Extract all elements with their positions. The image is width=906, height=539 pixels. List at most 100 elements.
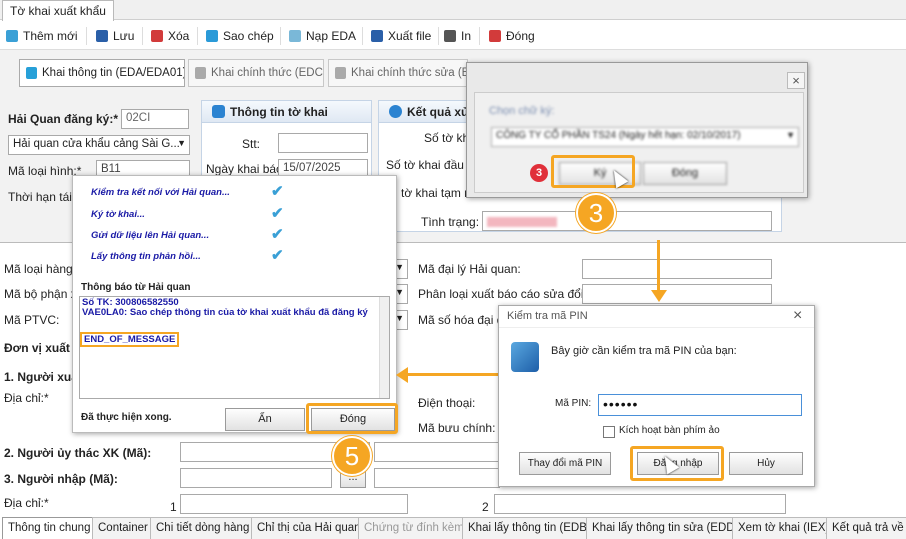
bottom-tab-items[interactable]: Chi tiết dòng hàng [150, 517, 256, 539]
certificate-value: CÔNG TY CỔ PHẦN TS24 (Ngày hết hạn: 02/1… [496, 130, 741, 141]
toolbar-separator [479, 27, 480, 45]
check-icon: ✔ [271, 205, 284, 222]
delete-button[interactable]: Xóa [151, 27, 189, 45]
copy-button[interactable]: Sao chép [206, 27, 274, 45]
pin-title: Kiểm tra mã PIN [507, 310, 588, 322]
notice-label: Thông báo từ Hải quan [81, 282, 191, 293]
temp-decl-label: tờ khai tạm n [401, 186, 471, 200]
delete-icon [151, 30, 163, 42]
type-label: Mã loại hình:* [8, 164, 82, 178]
step-send: Gửi dữ liệu lên Hải quan... [91, 230, 210, 241]
search-icon [389, 105, 402, 118]
tab-eda[interactable]: Khai thông tin (EDA/EDA01) [19, 59, 185, 87]
security-logo-icon [511, 342, 539, 372]
certificate-select[interactable]: CÔNG TY CỔ PHẦN TS24 (Ngày hết hạn: 02/1… [491, 127, 799, 147]
change-pin-button[interactable]: Thay đổi mã PIN [519, 452, 611, 475]
close-button[interactable]: Đóng [489, 27, 535, 45]
progress-dialog: Kiểm tra kết nối với Hải quan... Ký tờ k… [72, 175, 397, 433]
pin-titlebar: Kiểm tra mã PIN × [499, 306, 814, 328]
sign-close-button[interactable]: Đóng [643, 162, 727, 185]
pin-input[interactable]: •••••• [598, 394, 802, 416]
message-text: Số TK: 300806582550 VAE0LA0: Sao chép th… [82, 298, 372, 318]
print-label: In [461, 29, 472, 43]
check-icon: ✔ [271, 226, 284, 243]
tab-ede[interactable]: Khai chính thức sửa (EDE [328, 59, 468, 87]
report-type-label: Phân loại xuất báo cáo sửa đổi: [418, 287, 587, 301]
chevron-down-icon: ▼ [786, 130, 795, 140]
tab-declaration[interactable]: Tờ khai xuất khẩu [2, 0, 114, 21]
decl-no-label: Số tờ kh [424, 131, 470, 145]
tab-label: Khai chính thức sửa (EDE [351, 67, 467, 79]
virtual-keyboard-checkbox[interactable] [603, 426, 615, 438]
highlight-close [306, 403, 398, 434]
toolbar-separator [142, 27, 143, 45]
tab-edc[interactable]: Khai chính thức (EDC) [188, 59, 324, 87]
copy-icon [206, 30, 218, 42]
cancel-button[interactable]: Hủy [729, 452, 803, 475]
hide-button[interactable]: Ẩn [225, 408, 305, 431]
sign-dialog: × Chọn chữ ký: CÔNG TY CỔ PHẦN TS24 (Ngà… [466, 62, 808, 198]
first-decl-label: Số tờ khai đầu ti [386, 158, 474, 172]
bottom-tab-edd[interactable]: Khai lấy thông tin sửa (EDD) [586, 517, 745, 539]
bottom-tab-general[interactable]: Thông tin chung [2, 517, 97, 539]
step-sign: Ký tờ khai... [91, 209, 145, 220]
load-eda-button[interactable]: Nạp EDA [289, 27, 356, 45]
pin-prompt: Bây giờ cần kiểm tra mã PIN của bạn: [551, 345, 737, 357]
add-button[interactable]: Thêm mới [6, 27, 78, 45]
print-button[interactable]: In [444, 27, 471, 45]
bottom-tab-container[interactable]: Container [92, 517, 154, 539]
agent-code-input[interactable] [582, 259, 772, 279]
postal-label: Mã bưu chính: [418, 421, 496, 435]
step-5-circle: 5 [332, 436, 372, 476]
arrow-down-head [651, 290, 667, 302]
dots-icon [289, 30, 301, 42]
check-icon: ✔ [271, 183, 284, 200]
report-type-input[interactable] [582, 284, 772, 304]
document-icon [335, 67, 346, 79]
bottom-tab-edb[interactable]: Khai lấy thông tin (EDB) [462, 517, 597, 539]
toolbar-separator [362, 27, 363, 45]
trustee-name-input[interactable] [374, 442, 500, 462]
load-eda-label: Nạp EDA [306, 29, 357, 43]
importer-name-input[interactable] [374, 468, 500, 488]
delete-label: Xóa [168, 29, 190, 43]
close-x-icon[interactable]: × [793, 307, 802, 325]
customs-name-select[interactable]: Hải quan cửa khẩu cảng Sài G... ▼ [8, 135, 190, 155]
add-label: Thêm mới [23, 29, 78, 43]
importer-input[interactable] [180, 468, 332, 488]
arrow-down [657, 240, 660, 292]
stt-input[interactable] [278, 133, 368, 153]
tab-label: Khai thông tin (EDA/EDA01) [42, 67, 185, 79]
cargo-type-label: Mã loại hàng h [4, 262, 83, 276]
address-label: Địa chỉ:* [4, 391, 49, 405]
bottom-tab-attachments[interactable]: Chứng từ đính kèm [358, 517, 470, 539]
ptvc-label: Mã PTVC: [4, 313, 60, 327]
bottom-tab-iex[interactable]: Xem tờ khai (IEX) [732, 517, 836, 539]
chevron-down-icon: ▼ [177, 138, 186, 148]
close-icon [489, 30, 501, 42]
message-box[interactable]: Số TK: 300806582550 VAE0LA0: Sao chép th… [79, 296, 390, 399]
address-line2-input[interactable] [494, 494, 786, 514]
close-x-icon[interactable]: × [787, 72, 805, 89]
address-line2-number: 2 [482, 500, 489, 514]
virtual-keyboard-label: Kích hoạt bàn phím ảo [619, 425, 720, 436]
export-icon [371, 30, 383, 42]
importer-label: 3. Người nhập (Mã): [4, 472, 118, 486]
bottom-tab-instructions[interactable]: Chỉ thị của Hải quan [251, 517, 367, 539]
scrollbar[interactable] [379, 297, 389, 398]
export-file-button[interactable]: Xuất file [371, 27, 431, 45]
bottom-tab-result[interactable]: Kết quả trả về [826, 517, 906, 539]
step-badge: 3 [530, 164, 548, 182]
step-receive: Lấy thông tin phản hồi... [91, 251, 201, 262]
save-icon [96, 30, 108, 42]
toolbar-separator [86, 27, 87, 45]
customs-code-input[interactable]: 02CI [121, 109, 189, 129]
phone-label: Điện thoại: [418, 396, 476, 410]
status-label: Tình trạng: [421, 215, 480, 229]
address-line1-input[interactable] [180, 494, 408, 514]
save-button[interactable]: Lưu [96, 27, 134, 45]
toolbar-separator [197, 27, 198, 45]
message-line: VAE0LA0: Sao chép thông tin của tờ khai … [82, 307, 368, 318]
choose-signature-label: Chọn chữ ký: [489, 105, 555, 117]
status-input[interactable] [482, 211, 772, 231]
